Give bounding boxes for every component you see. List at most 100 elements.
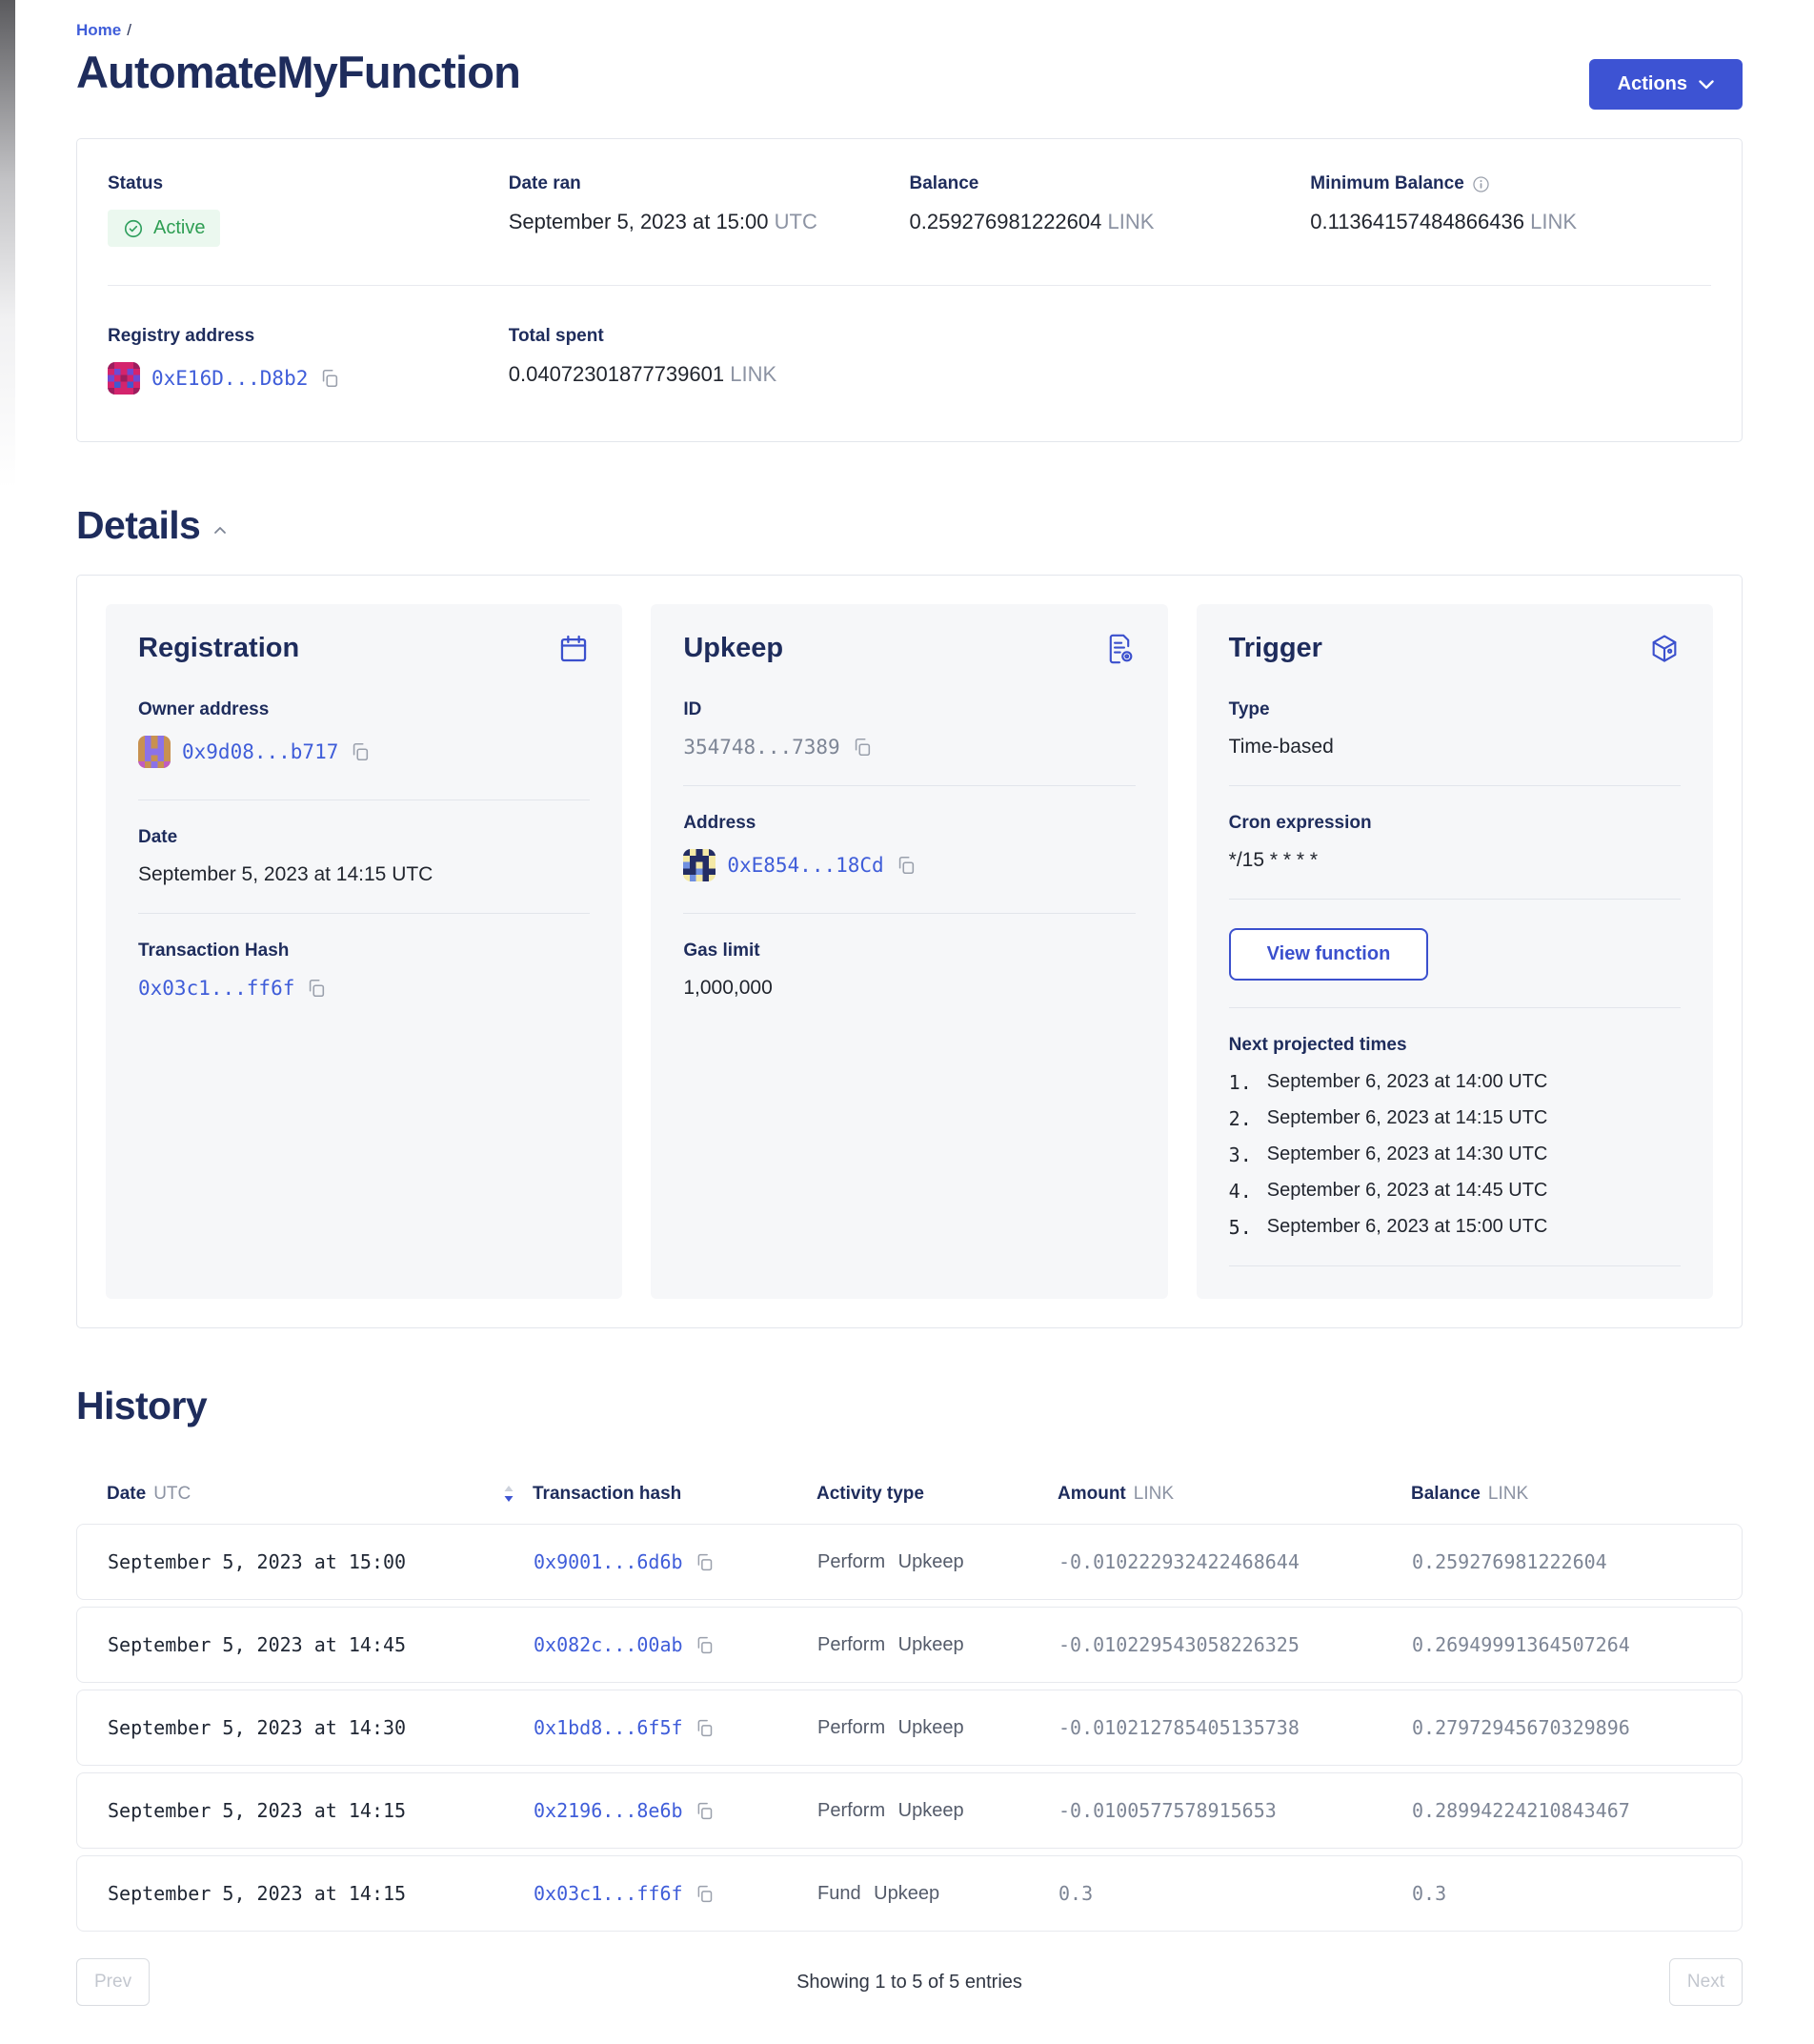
history-table-header: Date UTC Transaction hash Activity type … — [76, 1484, 1743, 1505]
projected-time-num: 5. — [1229, 1216, 1252, 1239]
column-date[interactable]: Date UTC — [107, 1484, 533, 1505]
divider — [1229, 785, 1681, 786]
upkeep-address-identicon — [683, 849, 716, 881]
copy-icon[interactable] — [350, 741, 371, 762]
trigger-type-label: Type — [1229, 699, 1681, 720]
total-spent-label: Total spent — [509, 326, 910, 347]
copy-icon[interactable] — [695, 1718, 715, 1738]
breadcrumb-separator: / — [127, 21, 131, 39]
row-hash-link[interactable]: 0x03c1...ff6f — [534, 1882, 683, 1905]
upkeep-title: Upkeep — [683, 633, 783, 664]
registration-card: Registration Owner address 0x9d08...b717 — [106, 604, 622, 1299]
projected-time-text: September 6, 2023 at 14:15 UTC — [1267, 1107, 1548, 1130]
collapse-details-button[interactable] — [213, 526, 227, 535]
info-icon[interactable] — [1472, 175, 1490, 193]
transaction-hash-field: Transaction Hash 0x03c1...ff6f — [138, 941, 590, 1000]
divider — [1229, 1265, 1681, 1266]
pagination-status: Showing 1 to 5 of 5 entries — [796, 1972, 1022, 1993]
balance-field: Balance 0.259276981222604 LINK — [910, 173, 1311, 247]
copy-icon[interactable] — [852, 737, 873, 758]
summary-divider — [108, 285, 1711, 286]
column-amount: AmountLINK — [1058, 1484, 1411, 1505]
chevron-up-icon — [213, 526, 227, 535]
row-hash-link[interactable]: 0x9001...6d6b — [534, 1550, 683, 1573]
projected-time-num: 1. — [1229, 1071, 1252, 1094]
breadcrumb: Home / — [76, 21, 1743, 40]
copy-icon[interactable] — [695, 1884, 715, 1904]
trigger-type-field: Type Time-based — [1229, 699, 1681, 759]
row-hash-link[interactable]: 0x082c...00ab — [534, 1633, 683, 1656]
projected-time-text: September 6, 2023 at 15:00 UTC — [1267, 1216, 1548, 1239]
page: Home/ AutomateMyFunction Actions Status … — [0, 0, 1814, 2044]
registration-title: Registration — [138, 633, 299, 664]
upkeep-address-link[interactable]: 0xE854...18Cd — [727, 854, 883, 877]
owner-address-field: Owner address 0x9d08...b717 — [138, 699, 590, 773]
row-amount: -0.010222932422468644 — [1058, 1550, 1412, 1573]
total-spent-suffix: LINK — [730, 362, 776, 386]
actions-button[interactable]: Actions — [1589, 59, 1743, 110]
date-ran-field: Date ran September 5, 2023 at 15:00 UTC — [509, 173, 910, 247]
trigger-type-value: Time-based — [1229, 736, 1681, 759]
owner-address-label: Owner address — [138, 699, 590, 720]
projected-time-item: 4.September 6, 2023 at 14:45 UTC — [1229, 1180, 1681, 1203]
transaction-hash-link[interactable]: 0x03c1...ff6f — [138, 977, 294, 1000]
row-activity: Perform Upkeep — [817, 1551, 1058, 1573]
copy-icon[interactable] — [319, 368, 340, 389]
owner-address-link[interactable]: 0x9d08...b717 — [182, 740, 338, 763]
copy-icon[interactable] — [695, 1635, 715, 1655]
row-balance: 0.28994224210843467 — [1412, 1799, 1711, 1822]
row-date: September 5, 2023 at 14:15 — [108, 1882, 534, 1905]
upkeep-address-label: Address — [683, 813, 1135, 834]
divider — [1229, 1007, 1681, 1008]
copy-icon[interactable] — [306, 978, 327, 999]
balance-label: Balance — [910, 173, 1311, 194]
copy-icon[interactable] — [896, 855, 917, 876]
registry-address-link[interactable]: 0xE16D...D8b2 — [151, 367, 308, 390]
upkeep-id-value: 354748...7389 — [683, 736, 839, 759]
row-hash-link[interactable]: 0x1bd8...6f5f — [534, 1716, 683, 1739]
history-heading: History — [76, 1384, 207, 1428]
document-settings-icon — [1103, 633, 1136, 665]
next-projected-times-label: Next projected times — [1229, 1035, 1681, 1056]
projected-time-num: 2. — [1229, 1107, 1252, 1130]
registration-date-label: Date — [138, 827, 590, 848]
projected-time-item: 1.September 6, 2023 at 14:00 UTC — [1229, 1071, 1681, 1094]
projected-time-text: September 6, 2023 at 14:45 UTC — [1267, 1180, 1548, 1203]
row-balance: 0.259276981222604 — [1412, 1550, 1711, 1573]
balance-value: 0.259276981222604 — [910, 210, 1102, 233]
copy-icon[interactable] — [695, 1552, 715, 1572]
trigger-title: Trigger — [1229, 633, 1322, 664]
table-row: September 5, 2023 at 14:30 0x1bd8...6f5f… — [76, 1690, 1743, 1766]
divider — [1229, 899, 1681, 900]
column-date-suffix: UTC — [153, 1484, 191, 1505]
row-amount: 0.3 — [1058, 1882, 1412, 1905]
gas-limit-label: Gas limit — [683, 941, 1135, 961]
status-value: Active — [153, 217, 205, 239]
divider — [138, 799, 590, 800]
divider — [138, 913, 590, 914]
sort-desc-icon[interactable] — [502, 1485, 515, 1504]
upkeep-card: Upkeep ID 354748...7389 Address — [651, 604, 1167, 1299]
breadcrumb-home-link[interactable]: Home — [76, 21, 121, 39]
row-date: September 5, 2023 at 14:45 — [108, 1633, 534, 1656]
trigger-card: Trigger Type Time-based Cron expression … — [1197, 604, 1713, 1299]
upkeep-id-label: ID — [683, 699, 1135, 720]
owner-identicon — [138, 736, 171, 768]
date-ran-suffix: UTC — [775, 210, 817, 233]
projected-time-item: 3.September 6, 2023 at 14:30 UTC — [1229, 1143, 1681, 1166]
table-row: September 5, 2023 at 15:00 0x9001...6d6b… — [76, 1524, 1743, 1600]
copy-icon[interactable] — [695, 1801, 715, 1821]
cron-expression-value: */15 * * * * — [1229, 849, 1681, 872]
projected-time-text: September 6, 2023 at 14:30 UTC — [1267, 1143, 1548, 1166]
registration-date-field: Date September 5, 2023 at 14:15 UTC — [138, 827, 590, 886]
cron-expression-field: Cron expression */15 * * * * — [1229, 813, 1681, 872]
row-activity: Perform Upkeep — [817, 1717, 1058, 1739]
next-button[interactable]: Next — [1669, 1958, 1743, 2006]
row-hash-link[interactable]: 0x2196...8e6b — [534, 1799, 683, 1822]
column-transaction-hash: Transaction hash — [533, 1484, 816, 1505]
status-badge: Active — [108, 210, 220, 247]
prev-button[interactable]: Prev — [76, 1958, 150, 2006]
view-function-button[interactable]: View function — [1229, 928, 1429, 981]
date-ran-value: September 5, 2023 at 15:00 — [509, 210, 769, 233]
summary-card: Status Active Date ran September 5, 2023… — [76, 138, 1743, 442]
